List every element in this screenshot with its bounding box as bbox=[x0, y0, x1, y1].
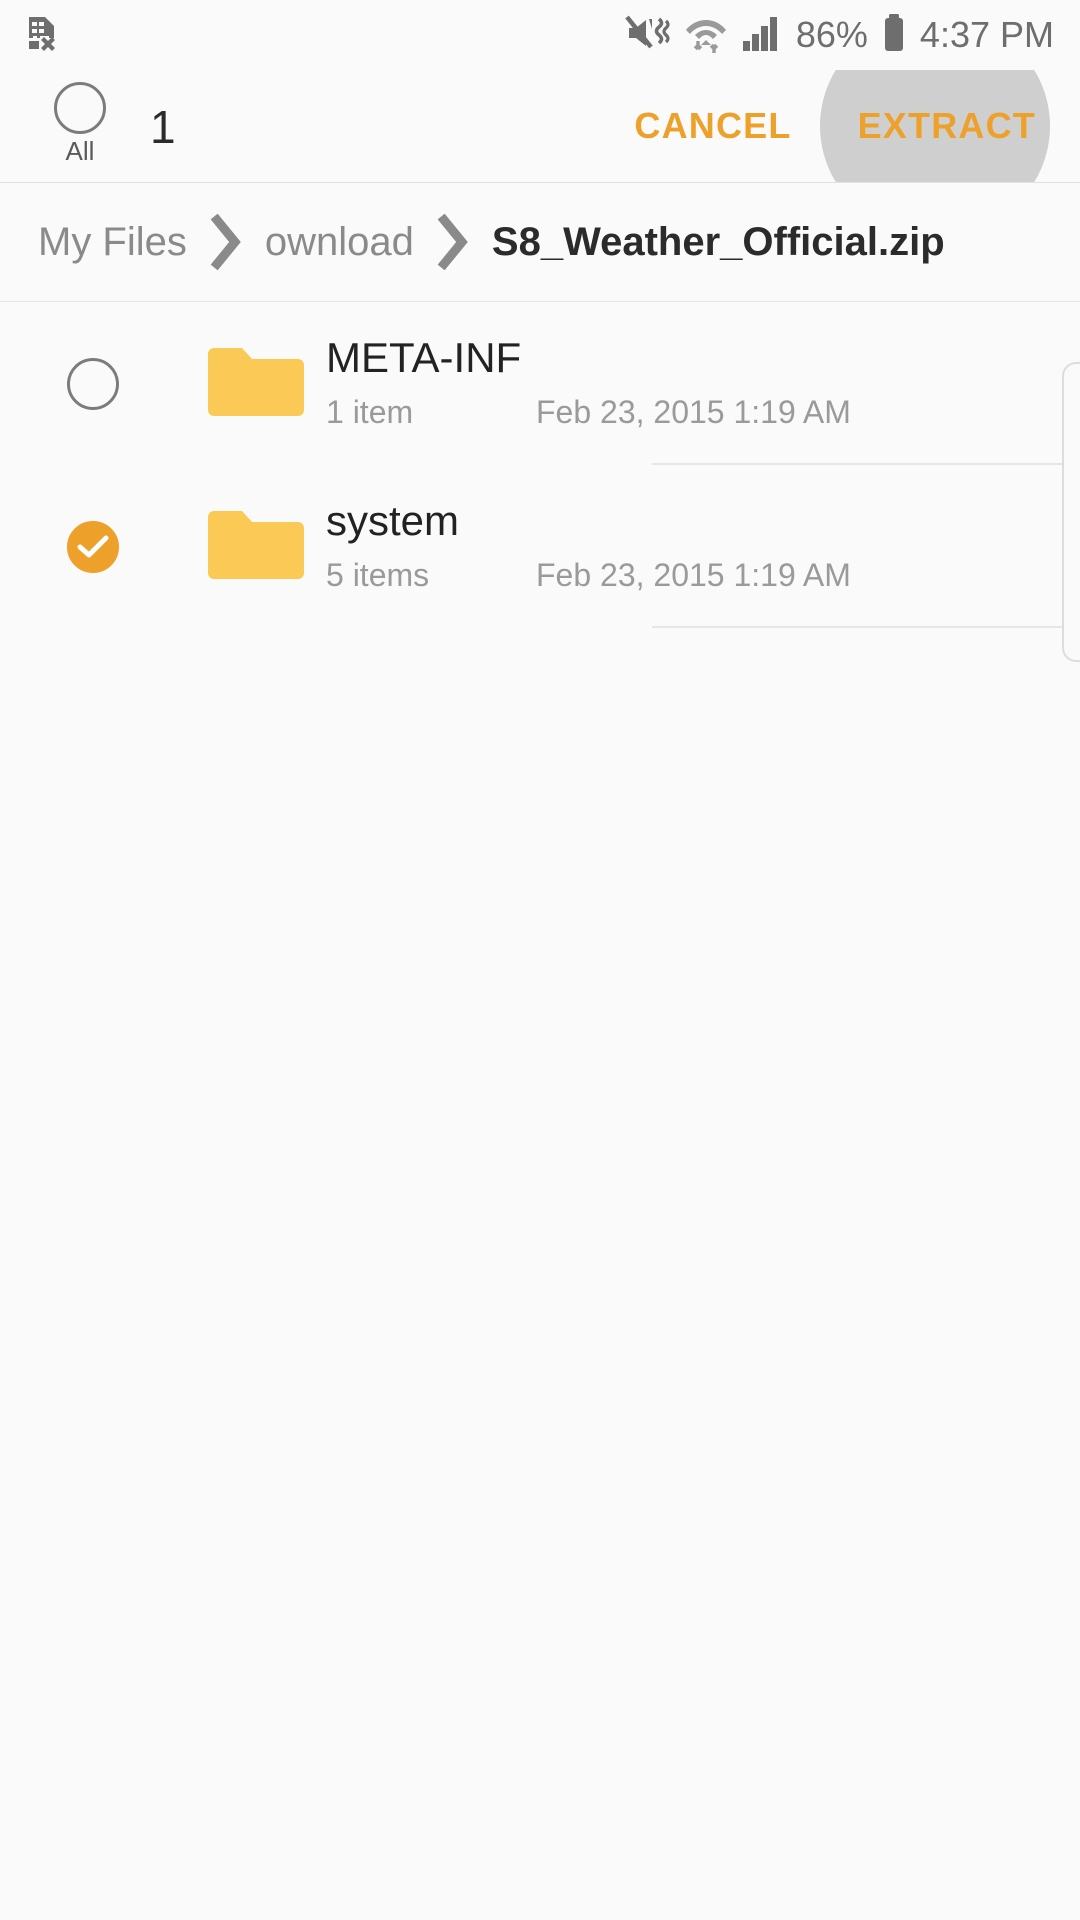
folder-icon bbox=[186, 344, 326, 424]
file-meta: 1 item Feb 23, 2015 1:19 AM bbox=[326, 394, 1040, 431]
item-count-label: 5 items bbox=[326, 557, 430, 594]
date-modified-label: Feb 23, 2015 1:19 AM bbox=[536, 557, 851, 594]
breadcrumb-item-my-files[interactable]: My Files bbox=[38, 222, 187, 262]
selected-count-label: 1 bbox=[150, 101, 176, 153]
file-name-label: system bbox=[326, 496, 460, 544]
select-all-circle-icon[interactable] bbox=[54, 82, 106, 134]
select-all-label: All bbox=[65, 136, 95, 166]
status-bar-right: 86% 4:37 PM bbox=[625, 11, 1054, 60]
wifi-transfer-icon bbox=[684, 11, 728, 60]
action-bar-buttons: CANCEL EXTRACT bbox=[606, 70, 1080, 182]
status-bar-left bbox=[26, 13, 60, 58]
file-name-label: META-INF bbox=[326, 333, 522, 381]
breadcrumb-item-download[interactable]: ownload bbox=[265, 222, 414, 262]
table-row[interactable]: system 5 items Feb 23, 2015 1:19 AM bbox=[0, 465, 1080, 628]
breadcrumb: My Files ownload S8_Weather_Official.zip bbox=[0, 183, 1080, 302]
select-all-button[interactable]: All bbox=[40, 82, 120, 164]
battery-icon bbox=[881, 12, 907, 59]
table-row[interactable]: META-INF 1 item Feb 23, 2015 1:19 AM bbox=[0, 302, 1080, 465]
chevron-right-icon bbox=[436, 214, 470, 270]
file-meta: 5 items Feb 23, 2015 1:19 AM bbox=[326, 557, 1040, 594]
row-content: system 5 items Feb 23, 2015 1:19 AM bbox=[326, 465, 1080, 628]
row-checkbox-container[interactable] bbox=[0, 520, 186, 573]
row-checkbox-container[interactable] bbox=[0, 357, 186, 410]
checkbox-circle-checked-icon[interactable] bbox=[67, 520, 119, 573]
date-modified-label: Feb 23, 2015 1:19 AM bbox=[536, 394, 851, 431]
item-count-label: 1 item bbox=[326, 394, 414, 431]
extract-button[interactable]: EXTRACT bbox=[858, 105, 1036, 147]
folder-icon bbox=[186, 507, 326, 587]
cellular-signal-icon bbox=[741, 13, 783, 58]
clock-label: 4:37 PM bbox=[919, 14, 1054, 55]
selection-action-bar: All 1 CANCEL EXTRACT bbox=[0, 70, 1080, 183]
file-list: META-INF 1 item Feb 23, 2015 1:19 AM sys… bbox=[0, 302, 1080, 1920]
no-sim-card-icon bbox=[26, 13, 60, 58]
extract-button-container[interactable]: EXTRACT bbox=[819, 70, 1080, 182]
row-content: META-INF 1 item Feb 23, 2015 1:19 AM bbox=[326, 302, 1080, 465]
chevron-right-icon bbox=[209, 214, 243, 270]
status-bar: 86% 4:37 PM bbox=[0, 0, 1080, 70]
breadcrumb-item-current: S8_Weather_Official.zip bbox=[491, 220, 945, 264]
cancel-button[interactable]: CANCEL bbox=[606, 105, 819, 147]
battery-percent-label: 86% bbox=[795, 14, 868, 55]
checkbox-circle-icon[interactable] bbox=[67, 357, 119, 410]
mute-vibrate-icon bbox=[625, 13, 671, 58]
row-divider bbox=[652, 626, 1080, 628]
